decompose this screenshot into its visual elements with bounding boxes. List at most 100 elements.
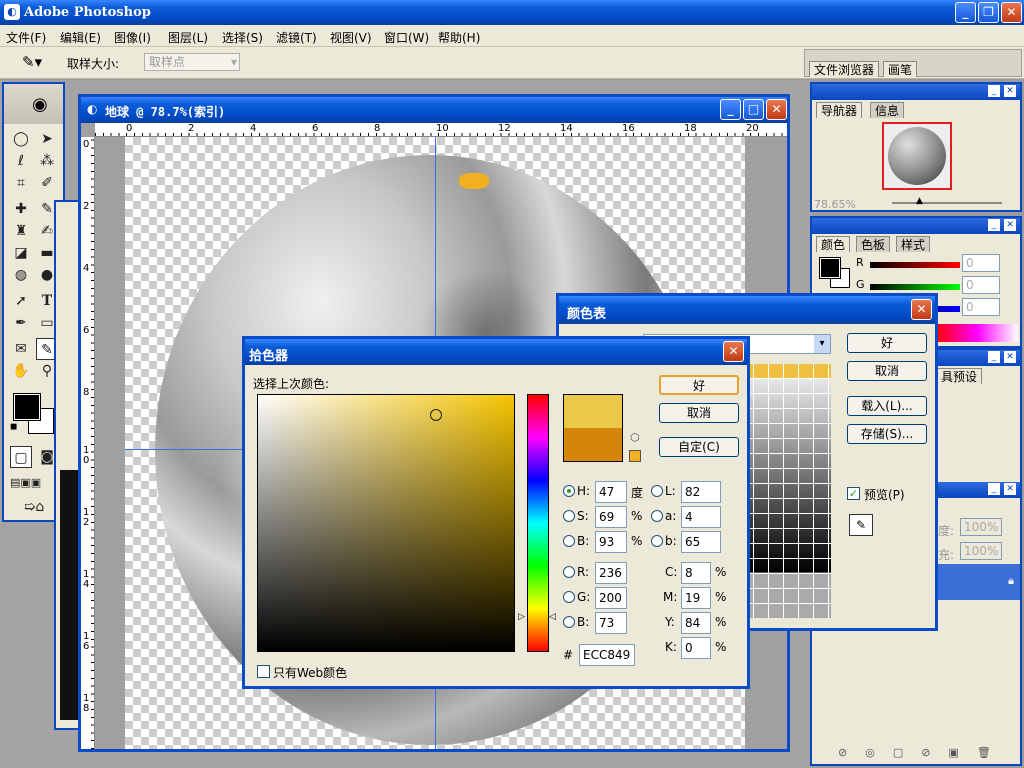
panel-minimize-icon[interactable]: _ xyxy=(988,351,1000,363)
web-only-checkbox[interactable] xyxy=(257,665,270,678)
hue-slider[interactable] xyxy=(527,394,549,652)
l-radio[interactable] xyxy=(651,485,663,497)
load-button[interactable]: 载入(L)... xyxy=(847,396,927,416)
tab-swatches[interactable]: 色板 xyxy=(856,236,891,252)
panel-minimize-icon[interactable]: _ xyxy=(988,219,1000,231)
navigator-thumbnail[interactable] xyxy=(882,122,952,190)
picker-cancel-button[interactable]: 取消 xyxy=(659,403,739,423)
tab-tool-presets[interactable]: 具预设 xyxy=(936,368,983,384)
color-table-cancel-button[interactable]: 取消 xyxy=(847,361,927,381)
menu-view[interactable]: 视图(V) xyxy=(330,29,372,46)
a-radio[interactable] xyxy=(651,510,663,522)
color-ramp[interactable] xyxy=(936,324,1018,342)
g-field[interactable]: 0 xyxy=(962,276,1000,294)
b-radio[interactable] xyxy=(563,616,575,628)
move-tool-icon[interactable]: ➤ xyxy=(36,128,58,150)
c-field[interactable]: 8 xyxy=(681,562,711,584)
healing-brush-tool-icon[interactable]: ✚ xyxy=(10,198,32,220)
menu-filter[interactable]: 滤镜(T) xyxy=(276,29,317,46)
g-field[interactable]: 200 xyxy=(595,587,627,609)
navigator-zoom-slider[interactable] xyxy=(892,202,1002,204)
menu-window[interactable]: 窗口(W) xyxy=(384,29,429,46)
r-radio[interactable] xyxy=(563,566,575,578)
tab-styles[interactable]: 样式 xyxy=(896,236,931,252)
tab-file-browser[interactable]: 文件浏览器 xyxy=(809,61,880,77)
brightness-radio[interactable] xyxy=(563,535,575,547)
adobe-eye-icon[interactable]: ◉ xyxy=(32,94,48,115)
r-field[interactable]: 236 xyxy=(595,562,627,584)
crop-tool-icon[interactable]: ⌗ xyxy=(10,172,32,194)
doc-minimize-button[interactable]: _ xyxy=(720,99,741,120)
standard-mode-icon[interactable]: ▢ xyxy=(10,446,32,468)
default-colors-icon[interactable]: ◼ xyxy=(10,422,17,432)
color-table-ok-button[interactable]: 好 xyxy=(847,333,927,353)
clone-stamp-tool-icon[interactable]: ♜ xyxy=(10,220,32,242)
sample-size-select[interactable]: 取样点 ▾ xyxy=(144,53,240,71)
doc-close-button[interactable]: ✕ xyxy=(766,99,787,120)
h-radio[interactable] xyxy=(563,485,575,497)
m-field[interactable]: 19 xyxy=(681,587,711,609)
foreground-color-swatch[interactable] xyxy=(13,393,41,421)
zoom-slider-thumb-icon[interactable]: ▲ xyxy=(916,196,923,206)
menu-image[interactable]: 图像(I) xyxy=(114,29,151,46)
hand-tool-icon[interactable]: ✋ xyxy=(10,360,32,382)
h-field[interactable]: 47 xyxy=(595,481,627,503)
menu-layer[interactable]: 图层(L) xyxy=(168,29,208,46)
eyedropper-tool-icon[interactable]: ✎▾ xyxy=(22,53,42,71)
screen-mode-icon[interactable]: ▤▣▣ xyxy=(10,472,41,494)
save-button[interactable]: 存储(S)... xyxy=(847,424,927,444)
path-selection-tool-icon[interactable]: ➚ xyxy=(10,290,32,312)
menu-edit[interactable]: 编辑(E) xyxy=(60,29,101,46)
menu-file[interactable]: 文件(F) xyxy=(6,29,46,46)
tab-brushes[interactable]: 画笔 xyxy=(883,61,918,77)
s-field[interactable]: 69 xyxy=(595,506,627,528)
magic-wand-tool-icon[interactable]: ⁂ xyxy=(36,150,58,172)
panel-minimize-icon[interactable]: _ xyxy=(988,483,1000,495)
lab-b-radio[interactable] xyxy=(651,535,663,547)
b-field[interactable]: 0 xyxy=(962,298,1000,316)
g-slider[interactable] xyxy=(870,284,960,290)
eraser-tool-icon[interactable]: ◪ xyxy=(10,242,32,264)
b-field[interactable]: 73 xyxy=(595,612,627,634)
l-field[interactable]: 82 xyxy=(681,481,721,503)
minimize-button[interactable]: _ xyxy=(955,2,976,23)
marquee-tool-icon[interactable]: ◯ xyxy=(10,128,32,150)
brightness-field[interactable]: 93 xyxy=(595,531,627,553)
tab-color[interactable]: 颜色 xyxy=(816,236,851,252)
panel-minimize-icon[interactable]: _ xyxy=(988,85,1000,97)
out-of-gamut-cube-icon[interactable]: ⬡ xyxy=(630,431,640,444)
opacity-field[interactable]: 100% xyxy=(960,518,1002,536)
s-radio[interactable] xyxy=(563,510,575,522)
blur-tool-icon[interactable]: ◍ xyxy=(10,264,32,286)
fill-field[interactable]: 100% xyxy=(960,542,1002,560)
slice-tool-icon[interactable]: ✐ xyxy=(36,172,58,194)
picker-close-button[interactable]: ✕ xyxy=(723,341,744,362)
restore-button[interactable]: ❐ xyxy=(978,2,999,23)
y-field[interactable]: 84 xyxy=(681,612,711,634)
a-field[interactable]: 4 xyxy=(681,506,721,528)
doc-maximize-button[interactable]: □ xyxy=(743,99,764,120)
lasso-tool-icon[interactable]: ℓ xyxy=(10,150,32,172)
color-table-close-button[interactable]: ✕ xyxy=(911,299,932,320)
navigator-zoom-value[interactable]: 78.65% xyxy=(814,198,856,211)
color-table-grid[interactable] xyxy=(739,364,831,618)
r-field[interactable]: 0 xyxy=(962,254,1000,272)
hex-field[interactable]: ECC849 xyxy=(579,644,635,666)
jump-to-imageready-icon[interactable]: ➯⌂ xyxy=(10,496,58,518)
tab-navigator[interactable]: 导航器 xyxy=(816,102,863,118)
close-button[interactable]: ✕ xyxy=(1001,2,1022,23)
menu-help[interactable]: 帮助(H) xyxy=(438,29,480,46)
notes-tool-icon[interactable]: ✉ xyxy=(10,338,32,360)
r-slider[interactable] xyxy=(870,262,960,268)
k-field[interactable]: 0 xyxy=(681,637,711,659)
menu-select[interactable]: 选择(S) xyxy=(222,29,263,46)
selected-layer-row[interactable]: 🔒︎ xyxy=(938,564,1020,600)
current-color-swatch[interactable] xyxy=(563,428,623,462)
color-field[interactable] xyxy=(257,394,515,652)
preview-checkbox[interactable]: ✓ xyxy=(847,487,860,500)
web-safe-swatch[interactable] xyxy=(629,450,641,462)
pen-tool-icon[interactable]: ✒ xyxy=(10,312,32,334)
panel-close-icon[interactable]: ✕ xyxy=(1004,351,1016,363)
lab-b-field[interactable]: 65 xyxy=(681,531,721,553)
panel-close-icon[interactable]: ✕ xyxy=(1004,85,1016,97)
